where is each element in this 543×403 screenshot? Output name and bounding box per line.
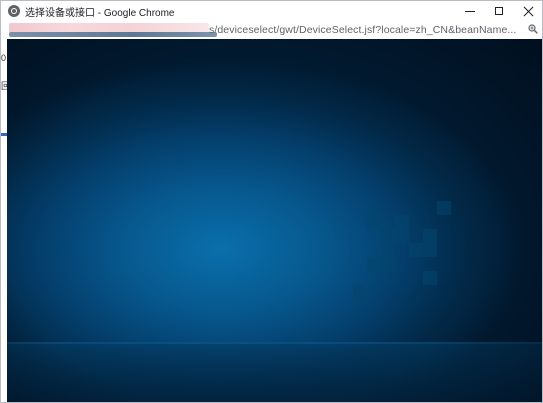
zoom-icon[interactable] xyxy=(528,24,538,34)
chrome-app-icon xyxy=(8,5,20,17)
title-bar[interactable]: 选择设备或接口 - Google Chrome xyxy=(1,1,542,21)
address-bar[interactable]: s/deviceselect/gwt/DeviceSelect.jsf?loca… xyxy=(1,21,542,40)
vignette-overlay xyxy=(7,39,542,402)
maximize-icon xyxy=(495,7,503,15)
window-title: 选择设备或接口 - Google Chrome xyxy=(25,7,175,19)
page-content-loading xyxy=(7,39,542,402)
minimize-button[interactable] xyxy=(455,1,485,21)
close-icon xyxy=(523,6,534,17)
browser-popup-window: 选择设备或接口 - Google Chrome s/deviceselect/g… xyxy=(0,0,543,403)
minimize-icon xyxy=(465,10,475,12)
url-text[interactable]: s/deviceselect/gwt/DeviceSelect.jsf?loca… xyxy=(209,24,516,36)
close-button[interactable] xyxy=(513,1,542,21)
url-redaction-bar xyxy=(9,32,217,37)
maximize-button[interactable] xyxy=(484,1,514,21)
